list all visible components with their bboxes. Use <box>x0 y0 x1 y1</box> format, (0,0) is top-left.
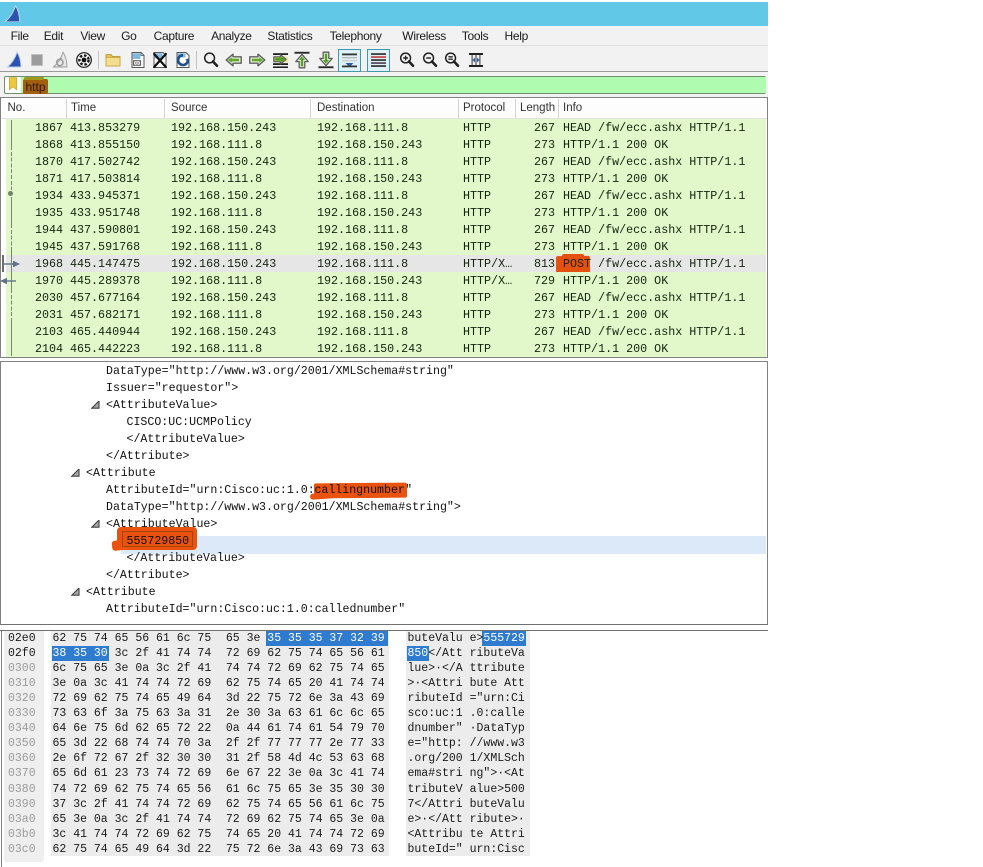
svg-text:010: 010 <box>133 61 141 66</box>
